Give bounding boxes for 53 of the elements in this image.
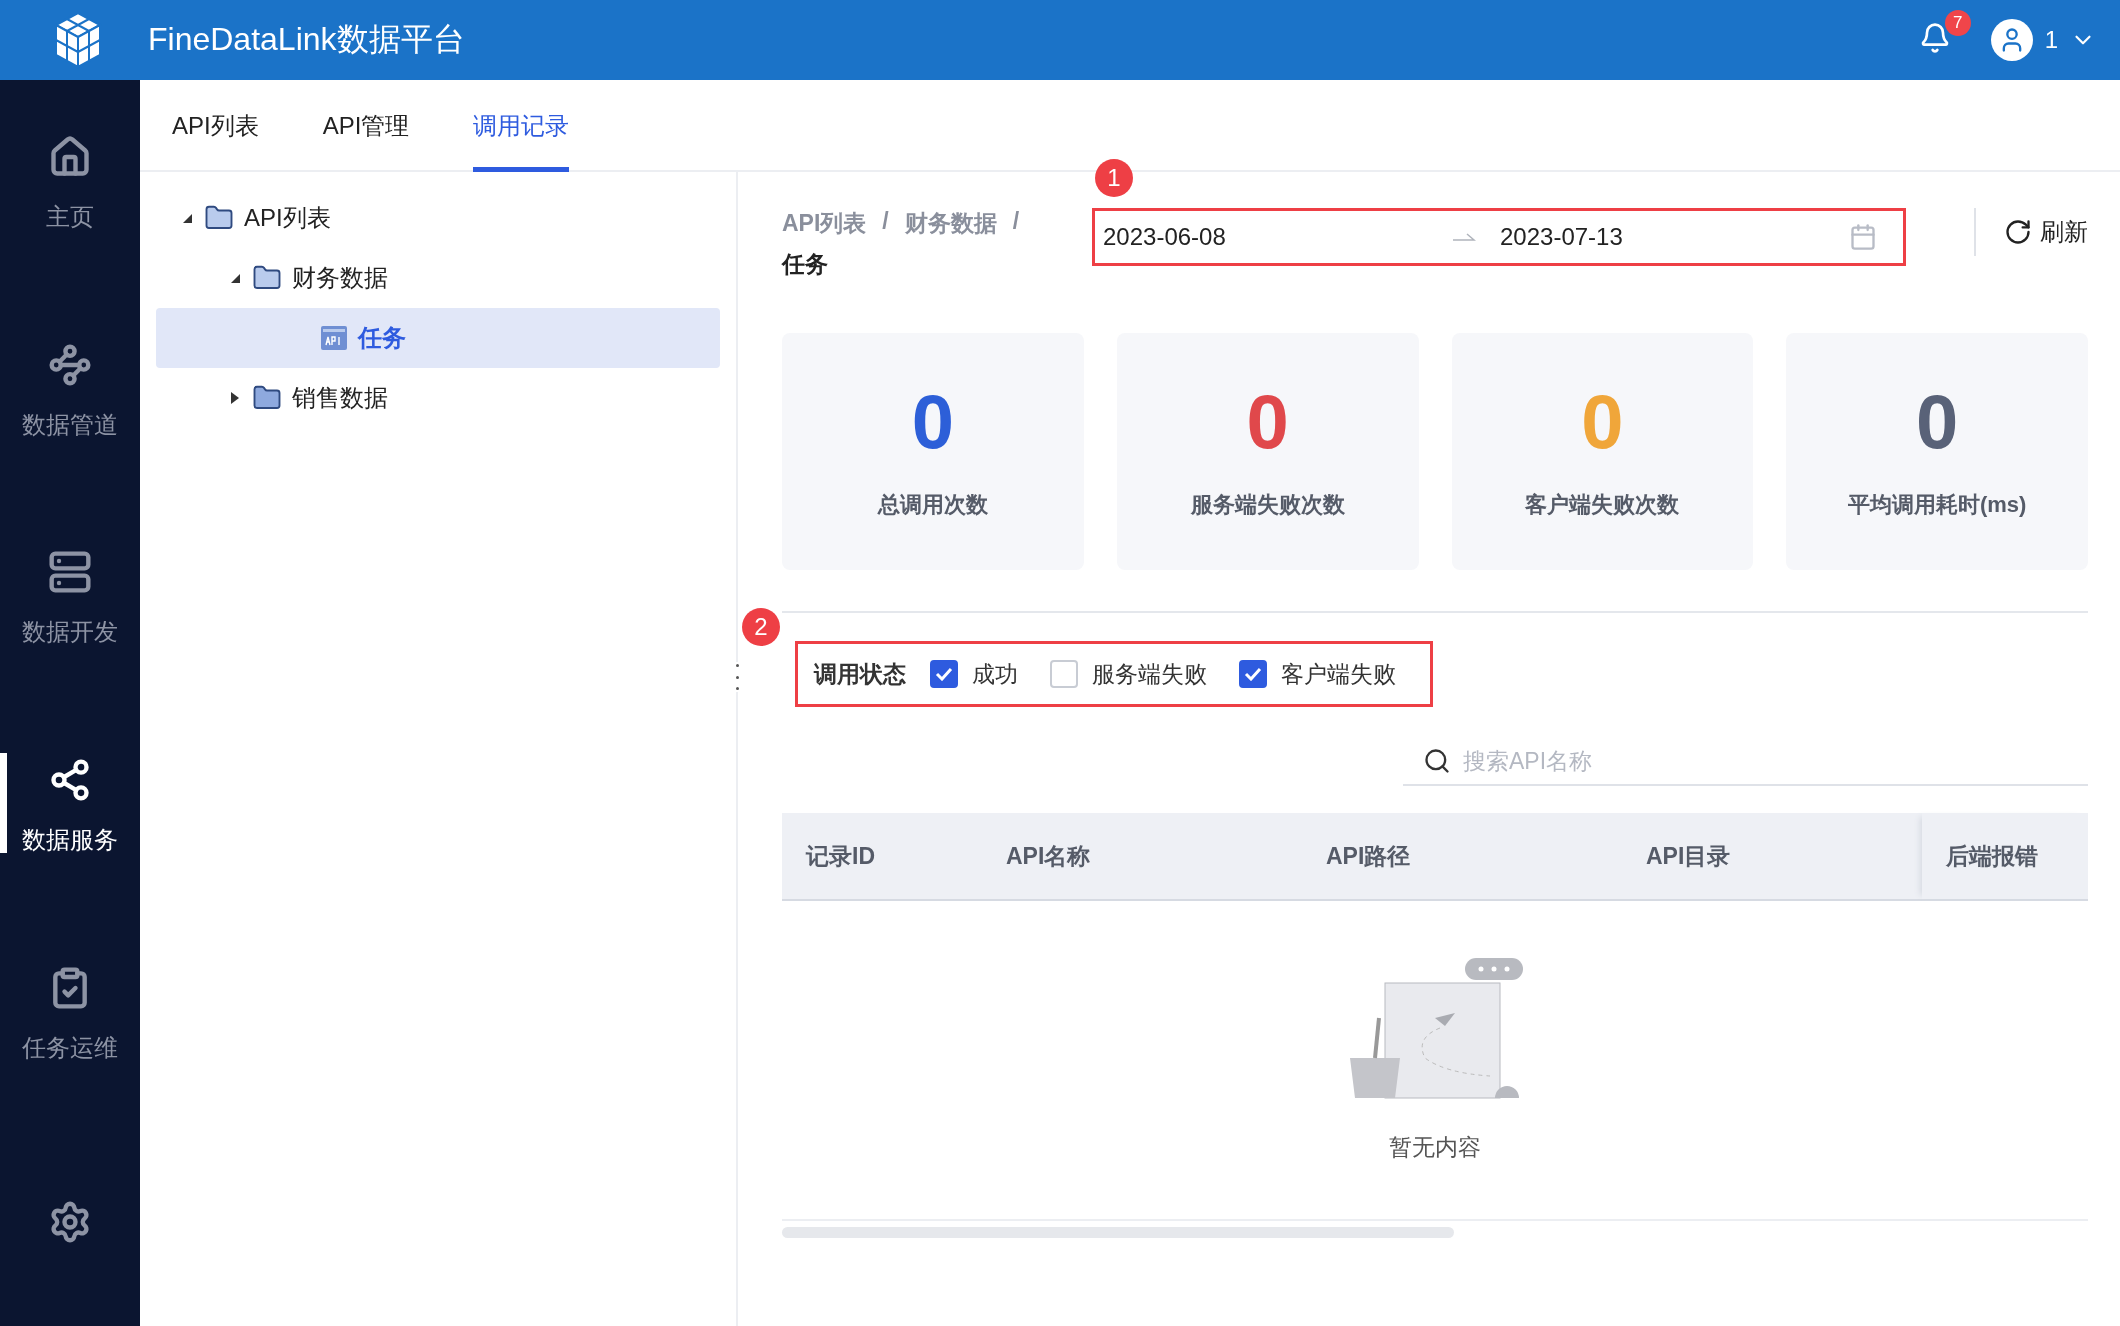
filter-label: 调用状态 bbox=[814, 659, 906, 689]
pipeline-icon bbox=[48, 342, 92, 387]
tree-item[interactable]: 销售数据 bbox=[156, 368, 720, 428]
scrollbar-thumb[interactable] bbox=[782, 1227, 1454, 1238]
tab[interactable]: API列表 bbox=[172, 80, 259, 172]
home-icon bbox=[48, 134, 92, 179]
stat-value: 0 bbox=[1916, 383, 1959, 460]
search-icon bbox=[1423, 747, 1451, 775]
annotation-marker: 2 bbox=[742, 608, 780, 646]
empty-state-text: 暂无内容 bbox=[1389, 1132, 1481, 1162]
checkbox-label[interactable]: 服务端失败 bbox=[1092, 658, 1207, 690]
notification-count: 7 bbox=[1944, 10, 1971, 36]
stat-value: 0 bbox=[1246, 383, 1289, 460]
column-header: API路径 bbox=[1325, 841, 1412, 871]
share-icon bbox=[48, 757, 92, 802]
checkbox-label[interactable]: 客户端失败 bbox=[1281, 658, 1396, 690]
column-header: 后端报错 bbox=[1922, 813, 2088, 899]
column-header: API名称 bbox=[1005, 841, 1092, 871]
breadcrumb-item: 任务 bbox=[782, 250, 828, 279]
column-header: API目录 bbox=[1645, 841, 1732, 871]
stat-label: 平均调用耗时(ms) bbox=[1847, 490, 2027, 519]
settings-icon bbox=[48, 1200, 92, 1245]
user-avatar bbox=[1990, 19, 2033, 61]
tree-item[interactable]: 任务 bbox=[156, 308, 720, 368]
tab[interactable]: 调用记录 bbox=[473, 80, 570, 172]
nav-item[interactable]: 数据开发 bbox=[0, 495, 140, 703]
tree-item[interactable]: 财务数据 bbox=[156, 248, 720, 308]
tab[interactable]: API管理 bbox=[322, 80, 410, 172]
user-menu[interactable]: 1 bbox=[1990, 19, 2096, 61]
checkbox[interactable] bbox=[1239, 660, 1267, 688]
breadcrumb-separator: / bbox=[882, 208, 889, 236]
checkmark-icon bbox=[1244, 667, 1262, 681]
stat-value: 0 bbox=[1581, 383, 1624, 460]
annotation-marker: 1 bbox=[1095, 159, 1133, 197]
refresh-button[interactable]: 刷新 bbox=[1974, 208, 2088, 256]
nav-item[interactable]: 主页 bbox=[0, 80, 140, 288]
nav-item[interactable]: 数据服务 bbox=[0, 703, 140, 911]
app-title: FineDataLink数据平台 bbox=[148, 20, 466, 59]
checkbox[interactable] bbox=[930, 660, 958, 688]
stat-value: 0 bbox=[911, 383, 954, 460]
breadcrumb-separator: / bbox=[1012, 208, 1020, 236]
stat-label: 总调用次数 bbox=[877, 490, 988, 519]
nav-item[interactable]: 任务运维 bbox=[0, 910, 140, 1119]
stat-label: 服务端失败次数 bbox=[1190, 490, 1345, 519]
nav-item[interactable]: 数据管道 bbox=[0, 287, 140, 496]
stat-label: 客户端失败次数 bbox=[1525, 490, 1680, 519]
checkmark-icon bbox=[935, 667, 953, 681]
tree-item[interactable]: API列表 bbox=[156, 188, 720, 248]
column-header: 记录ID bbox=[804, 841, 876, 871]
api-icon bbox=[320, 325, 348, 351]
server-icon bbox=[48, 550, 92, 595]
checkbox-label[interactable]: 成功 bbox=[972, 658, 1018, 690]
refresh-icon bbox=[2004, 218, 2032, 246]
